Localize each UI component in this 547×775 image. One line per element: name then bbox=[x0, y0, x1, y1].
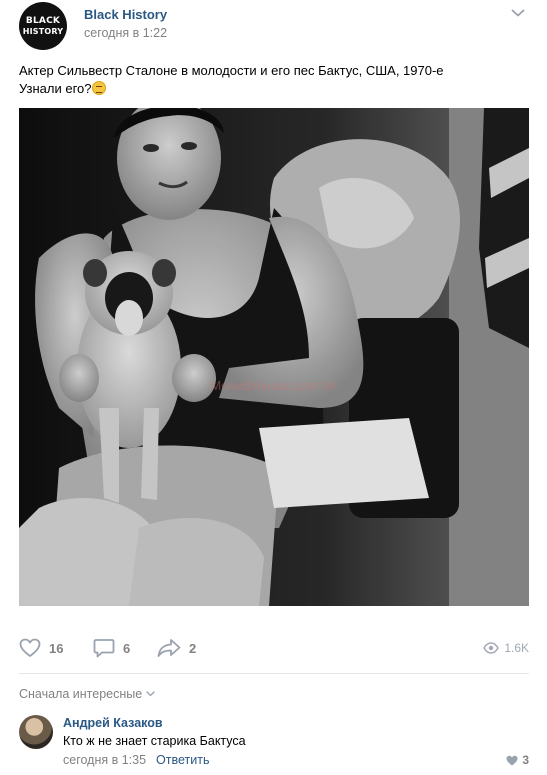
views-counter: 1.6K bbox=[483, 633, 529, 663]
post-text: Актер Сильвестр Сталоне в молодости и ег… bbox=[19, 62, 529, 98]
views-count: 1.6K bbox=[504, 641, 529, 655]
comment-item: Андрей Казаков Кто ж не знает старика Ба… bbox=[19, 713, 529, 773]
reply-button[interactable]: Ответить bbox=[156, 753, 209, 767]
comments-sort-dropdown[interactable]: Сначала интересные bbox=[19, 687, 155, 701]
share-button[interactable]: 2 bbox=[157, 633, 196, 663]
group-name-link[interactable]: Black History bbox=[84, 7, 167, 22]
chevron-down-icon bbox=[146, 691, 155, 697]
relieved-face-icon bbox=[91, 81, 106, 95]
comment-button[interactable]: 6 bbox=[93, 633, 130, 663]
share-count: 2 bbox=[189, 640, 197, 656]
divider bbox=[19, 673, 529, 674]
chevron-down-icon[interactable] bbox=[511, 8, 525, 18]
comments-sort-label: Сначала интересные bbox=[19, 687, 143, 701]
comment-count: 6 bbox=[123, 640, 131, 656]
photo-illustration: Монифбунаш для ХК bbox=[19, 108, 529, 606]
post-actions: 16 6 2 1.6K bbox=[19, 633, 529, 663]
share-icon bbox=[157, 639, 181, 657]
heart-icon bbox=[506, 755, 518, 765]
eye-icon bbox=[483, 642, 500, 654]
comment-like-count: 3 bbox=[522, 753, 529, 767]
comment-text: Кто ж не знает старика Бактуса bbox=[63, 734, 246, 748]
avatar[interactable] bbox=[19, 715, 53, 749]
comment-author-link[interactable]: Андрей Казаков bbox=[63, 716, 163, 730]
post-photo[interactable]: Монифбунаш для ХК bbox=[19, 108, 529, 606]
post-text-line2: Узнали его? bbox=[19, 81, 92, 96]
comment-time[interactable]: сегодня в 1:35 bbox=[63, 753, 146, 767]
avatar-logo-line1: BLACK bbox=[25, 15, 61, 26]
post-time[interactable]: сегодня в 1:22 bbox=[84, 26, 167, 40]
post-text-line1: Актер Сильвестр Сталоне в молодости и ег… bbox=[19, 63, 444, 78]
comment-meta: сегодня в 1:35 Ответить bbox=[63, 753, 209, 767]
like-count: 16 bbox=[49, 640, 64, 656]
comment-icon bbox=[93, 639, 115, 658]
like-button[interactable]: 16 bbox=[19, 633, 63, 663]
group-avatar[interactable]: BLACK HISTORY bbox=[19, 2, 67, 50]
comment-like-button[interactable]: 3 bbox=[506, 753, 529, 767]
heart-icon bbox=[19, 638, 41, 657]
avatar-logo-line2: HISTORY bbox=[22, 26, 64, 36]
post-header: BLACK HISTORY Black History сегодня в 1:… bbox=[18, 0, 529, 52]
